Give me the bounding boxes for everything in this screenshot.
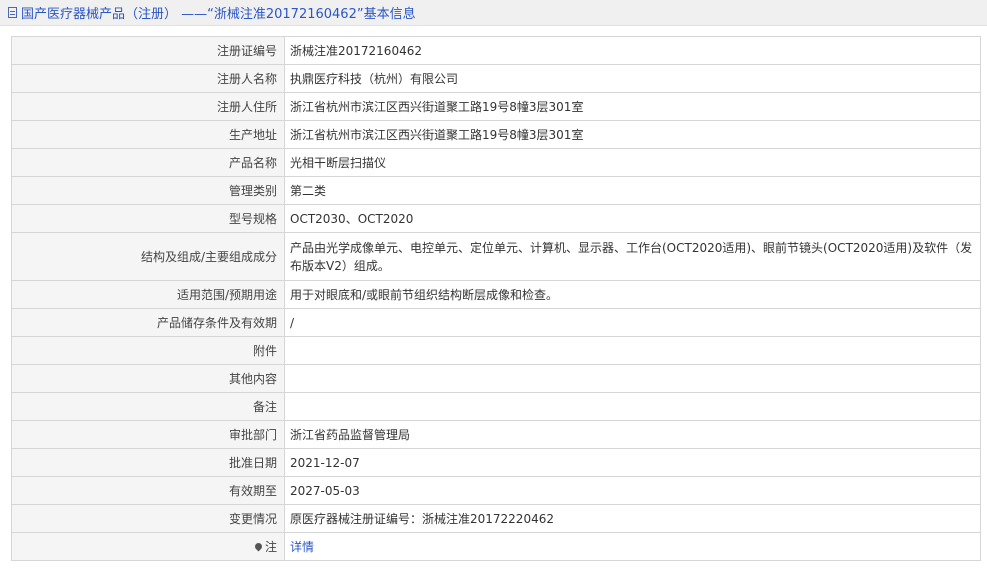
table-row: 其他内容: [11, 364, 981, 393]
row-value-approval-dept: 浙江省药品监督管理局: [284, 420, 981, 449]
row-label-structure: 结构及组成/主要组成成分: [11, 232, 285, 281]
table-row: 产品储存条件及有效期 /: [11, 308, 981, 337]
row-label-change: 变更情况: [11, 504, 285, 533]
row-label-product-name: 产品名称: [11, 148, 285, 177]
details-link[interactable]: 详情: [290, 540, 314, 554]
row-label-approval-dept: 审批部门: [11, 420, 285, 449]
row-value-valid-until: 2027-05-03: [284, 476, 981, 505]
row-label-note: 注: [11, 532, 285, 561]
row-value-other: [284, 364, 981, 393]
row-label-reg-no: 注册证编号: [11, 36, 285, 65]
table-row: 适用范围/预期用途 用于对眼底和/或眼前节组织结构断层成像和检查。: [11, 280, 981, 309]
row-label-valid-until: 有效期至: [11, 476, 285, 505]
row-value-storage: /: [284, 308, 981, 337]
document-icon: [8, 7, 17, 18]
table-row: 管理类别 第二类: [11, 176, 981, 205]
row-value-registrant: 执鼎医疗科技（杭州）有限公司: [284, 64, 981, 93]
row-label-model: 型号规格: [11, 204, 285, 233]
row-value-structure: 产品由光学成像单元、电控单元、定位单元、计算机、显示器、工作台(OCT2020适…: [284, 232, 981, 281]
row-value-note: 详情: [284, 532, 981, 561]
info-table-container: 注册证编号 浙械注准20172160462 注册人名称 执鼎医疗科技（杭州）有限…: [11, 36, 981, 561]
row-value-reg-no: 浙械注准20172160462: [284, 36, 981, 65]
info-table: 注册证编号 浙械注准20172160462 注册人名称 执鼎医疗科技（杭州）有限…: [11, 36, 981, 561]
note-label-text: 注: [264, 540, 277, 554]
row-label-attachment: 附件: [11, 336, 285, 365]
row-value-registrant-address: 浙江省杭州市滨江区西兴街道聚工路19号8幢3层301室: [284, 92, 981, 121]
table-row: 注 详情: [11, 532, 981, 561]
table-row: 备注: [11, 392, 981, 421]
row-value-product-name: 光相干断层扫描仪: [284, 148, 981, 177]
page-title-bar: 国产医疗器械产品（注册） ——“浙械注准20172160462”基本信息: [0, 0, 987, 26]
row-value-category: 第二类: [284, 176, 981, 205]
table-row: 注册人住所 浙江省杭州市滨江区西兴街道聚工路19号8幢3层301室: [11, 92, 981, 121]
row-label-approval-date: 批准日期: [11, 448, 285, 477]
table-row: 审批部门 浙江省药品监督管理局: [11, 420, 981, 449]
row-value-scope: 用于对眼底和/或眼前节组织结构断层成像和检查。: [284, 280, 981, 309]
table-row: 结构及组成/主要组成成分 产品由光学成像单元、电控单元、定位单元、计算机、显示器…: [11, 232, 981, 281]
row-value-attachment: [284, 336, 981, 365]
table-row: 附件: [11, 336, 981, 365]
table-row: 变更情况 原医疗器械注册证编号：浙械注准20172220462: [11, 504, 981, 533]
row-value-model: OCT2030、OCT2020: [284, 204, 981, 233]
table-row: 生产地址 浙江省杭州市滨江区西兴街道聚工路19号8幢3层301室: [11, 120, 981, 149]
row-label-remark: 备注: [11, 392, 285, 421]
table-row: 注册人名称 执鼎医疗科技（杭州）有限公司: [11, 64, 981, 93]
table-row: 产品名称 光相干断层扫描仪: [11, 148, 981, 177]
row-label-scope: 适用范围/预期用途: [11, 280, 285, 309]
row-label-production-address: 生产地址: [11, 120, 285, 149]
table-row: 型号规格 OCT2030、OCT2020: [11, 204, 981, 233]
row-label-storage: 产品储存条件及有效期: [11, 308, 285, 337]
row-label-registrant: 注册人名称: [11, 64, 285, 93]
row-label-category: 管理类别: [11, 176, 285, 205]
row-value-change: 原医疗器械注册证编号：浙械注准20172220462: [284, 504, 981, 533]
table-row: 有效期至 2027-05-03: [11, 476, 981, 505]
row-value-approval-date: 2021-12-07: [284, 448, 981, 477]
table-row: 批准日期 2021-12-07: [11, 448, 981, 477]
row-value-remark: [284, 392, 981, 421]
row-label-other: 其他内容: [11, 364, 285, 393]
pin-icon: [253, 541, 264, 552]
table-row: 注册证编号 浙械注准20172160462: [11, 36, 981, 65]
page-title: 国产医疗器械产品（注册） ——“浙械注准20172160462”基本信息: [21, 7, 416, 22]
row-value-production-address: 浙江省杭州市滨江区西兴街道聚工路19号8幢3层301室: [284, 120, 981, 149]
row-label-registrant-address: 注册人住所: [11, 92, 285, 121]
